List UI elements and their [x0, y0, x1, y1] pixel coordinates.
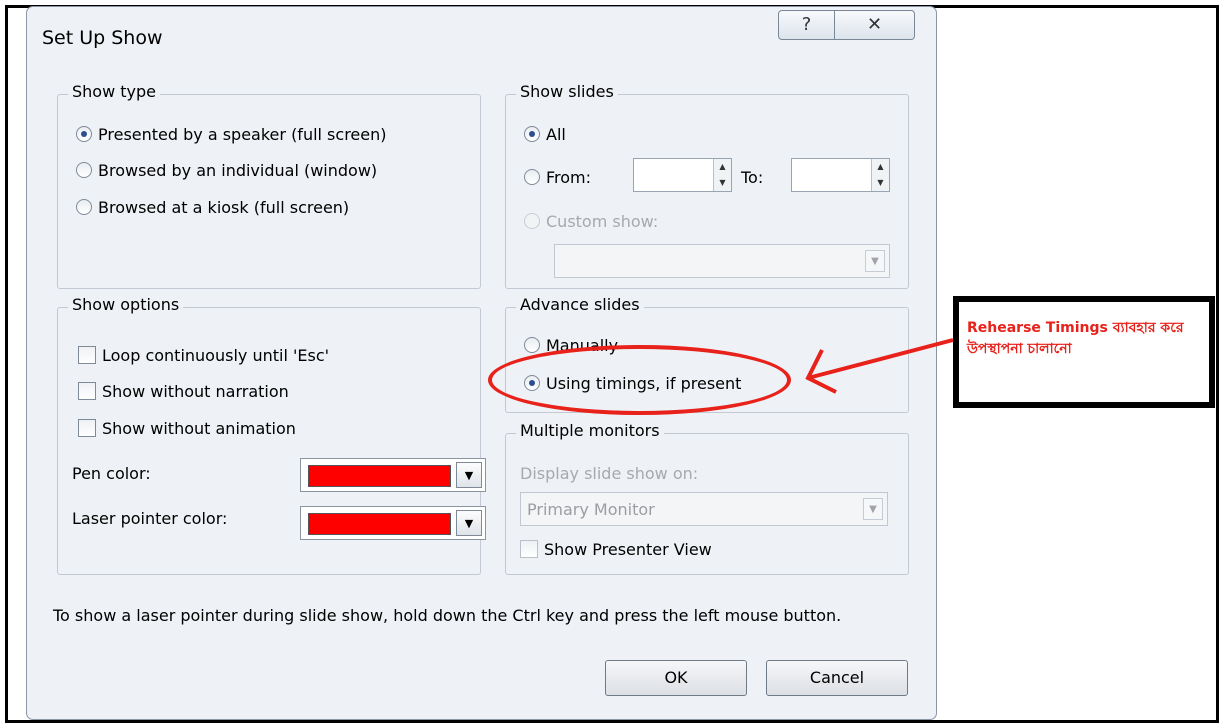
annotation-text: Rehearse Timings ব্যাবহার করে উপস্থাপনা … — [967, 320, 1184, 357]
annotation-box: Rehearse Timings ব্যাবহার করে উপস্থাপনা … — [953, 296, 1215, 408]
